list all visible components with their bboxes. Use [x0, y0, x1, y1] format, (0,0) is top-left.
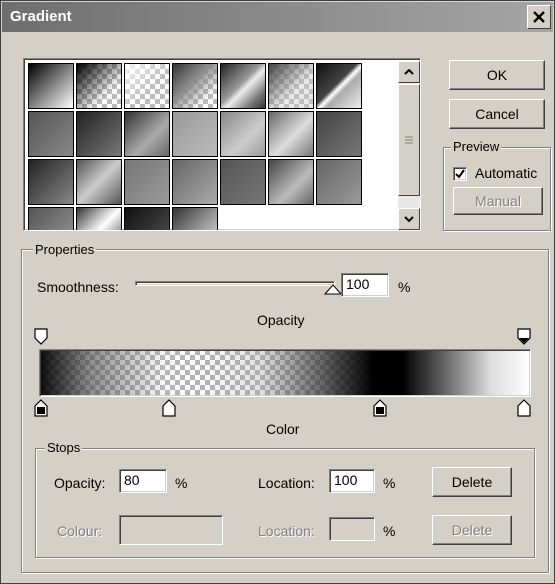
- stop-location-label: Location:: [258, 475, 315, 491]
- preset-swatch[interactable]: [28, 63, 74, 109]
- delete-opacity-stop-button[interactable]: Delete: [432, 467, 512, 497]
- stop-location-input[interactable]: 100: [329, 469, 375, 493]
- scroll-down-button[interactable]: [398, 208, 420, 230]
- stop-opacity-unit: %: [175, 475, 188, 491]
- stop-opacity-input[interactable]: 80: [119, 469, 167, 493]
- preset-swatch[interactable]: [268, 111, 314, 157]
- delete-button-label: Delete: [451, 474, 493, 490]
- preset-swatch[interactable]: [172, 111, 218, 157]
- cancel-button[interactable]: Cancel: [449, 99, 545, 129]
- scroll-down-icon: [404, 216, 414, 222]
- preset-swatch[interactable]: [220, 111, 266, 157]
- preset-swatch[interactable]: [124, 111, 170, 157]
- preset-swatch[interactable]: [28, 111, 74, 157]
- smoothness-label: Smoothness:: [37, 279, 119, 295]
- stop-location-unit: %: [383, 475, 396, 491]
- opacity-stops-label: Opacity: [257, 312, 305, 328]
- color-stop-white-icon[interactable]: [162, 399, 176, 417]
- preset-swatch[interactable]: [172, 159, 218, 205]
- preset-swatch[interactable]: [124, 63, 170, 109]
- grip-icon: [405, 136, 413, 144]
- preset-swatch[interactable]: [28, 159, 74, 205]
- delete-color-button-label: Delete: [451, 522, 493, 538]
- ok-button-label: OK: [486, 67, 508, 83]
- preset-swatch[interactable]: [220, 159, 266, 205]
- preset-swatch[interactable]: [76, 207, 122, 230]
- preset-swatch[interactable]: [220, 63, 266, 109]
- automatic-checkbox[interactable]: [453, 167, 467, 181]
- preset-swatch[interactable]: [172, 207, 218, 230]
- gradient-dialog: Gradient OK Cancel Preview Automatic Man…: [0, 0, 555, 584]
- manual-button[interactable]: Manual: [453, 187, 543, 215]
- preset-swatch[interactable]: [76, 111, 122, 157]
- preset-grid: [26, 61, 396, 230]
- colour-location-input[interactable]: [329, 517, 375, 541]
- manual-button-label: Manual: [475, 193, 521, 209]
- colour-location-label: Location:: [258, 523, 315, 539]
- close-icon: [533, 11, 545, 23]
- opacity-stop-left-icon[interactable]: [34, 328, 48, 346]
- properties-group-label: Properties: [33, 242, 97, 257]
- smoothness-unit: %: [398, 279, 411, 295]
- stops-group-label: Stops: [45, 440, 83, 455]
- stop-opacity-label: Opacity:: [54, 475, 106, 491]
- colour-swatch-field[interactable]: [119, 515, 223, 545]
- preset-swatch[interactable]: [124, 159, 170, 205]
- ok-button[interactable]: OK: [449, 60, 545, 90]
- colour-location-unit: %: [383, 523, 396, 539]
- smoothness-value: 100: [346, 276, 370, 292]
- scroll-thumb[interactable]: [398, 84, 420, 196]
- preset-swatch[interactable]: [76, 63, 122, 109]
- delete-color-stop-button[interactable]: Delete: [432, 515, 512, 545]
- colour-label: Colour:: [57, 523, 103, 539]
- preset-swatch[interactable]: [28, 207, 74, 230]
- checkmark-icon: [455, 169, 465, 179]
- cancel-button-label: Cancel: [475, 106, 519, 122]
- preset-swatch[interactable]: [316, 159, 362, 205]
- preset-swatch[interactable]: [172, 63, 218, 109]
- title-bar[interactable]: Gradient: [2, 2, 553, 32]
- preset-swatch[interactable]: [316, 63, 362, 109]
- preset-swatch[interactable]: [316, 111, 362, 157]
- smoothness-slider-thumb-icon[interactable]: [324, 283, 342, 295]
- stop-opacity-value: 80: [124, 472, 140, 488]
- preset-swatch[interactable]: [268, 159, 314, 205]
- preview-group-label: Preview: [451, 139, 502, 154]
- preset-gradients-panel: [23, 58, 421, 231]
- opacity-stop-right-icon[interactable]: [517, 328, 531, 346]
- scroll-up-button[interactable]: [398, 61, 420, 83]
- window-title: Gradient: [10, 8, 72, 25]
- color-stop-black-2-icon[interactable]: [373, 399, 387, 417]
- preset-swatch[interactable]: [268, 63, 314, 109]
- scroll-up-icon: [404, 69, 414, 75]
- preset-scrollbar[interactable]: [398, 61, 420, 230]
- preset-swatch[interactable]: [124, 207, 170, 230]
- gradient-bar[interactable]: [39, 349, 531, 397]
- color-stops-label: Color: [266, 421, 300, 437]
- smoothness-slider-track[interactable]: [135, 281, 335, 286]
- automatic-label: Automatic: [475, 165, 538, 181]
- stop-location-value: 100: [334, 472, 358, 488]
- smoothness-input[interactable]: 100: [341, 273, 389, 297]
- close-button[interactable]: [527, 5, 551, 29]
- color-stop-black-icon[interactable]: [34, 399, 48, 417]
- color-stop-white-2-icon[interactable]: [517, 399, 531, 417]
- preset-swatch[interactable]: [76, 159, 122, 205]
